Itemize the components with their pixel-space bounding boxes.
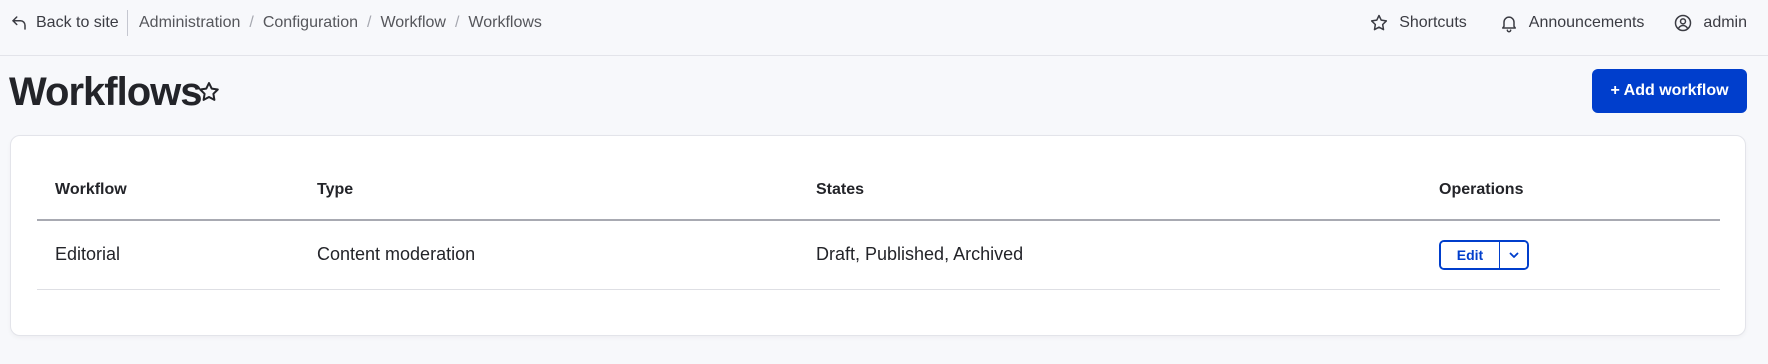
announcements-label: Announcements: [1528, 14, 1645, 31]
top-toolbar: Back to site Administration / Configurat…: [0, 0, 1768, 56]
column-header-operations: Operations: [1421, 160, 1720, 221]
breadcrumb-administration[interactable]: Administration: [139, 14, 240, 32]
user-circle-icon: [1675, 14, 1692, 32]
operations-dropbutton: Edit: [1439, 239, 1529, 270]
shortcuts-button[interactable]: Shortcuts: [1369, 13, 1467, 33]
breadcrumb-workflows[interactable]: Workflows: [468, 14, 542, 32]
workflows-table-card: Workflow Type States Operations Editoria…: [10, 135, 1746, 336]
column-header-workflow: Workflow: [37, 160, 299, 221]
cell-workflow-type: Content moderation: [299, 220, 798, 290]
page-title: Workflows: [9, 70, 203, 114]
breadcrumb-workflow[interactable]: Workflow: [380, 14, 446, 32]
operations-toggle-button[interactable]: [1499, 241, 1527, 268]
add-workflow-button[interactable]: + Add workflow: [1592, 69, 1747, 113]
back-to-site-link[interactable]: Back to site: [10, 11, 119, 35]
announcements-button[interactable]: Announcements: [1499, 13, 1645, 33]
star-icon: [1371, 14, 1388, 31]
user-label: admin: [1703, 14, 1747, 31]
cell-workflow-states: Draft, Published, Archived: [798, 220, 1421, 290]
breadcrumb-separator: /: [249, 14, 254, 31]
breadcrumb-configuration[interactable]: Configuration: [263, 14, 358, 32]
toolbar-actions: Shortcuts Announcements admin: [1369, 11, 1747, 35]
cell-workflow-name: Editorial: [37, 220, 299, 290]
cell-operations: Edit: [1421, 220, 1720, 290]
breadcrumb-separator: /: [454, 14, 460, 31]
chevron-down-icon: [1509, 252, 1518, 258]
user-menu-button[interactable]: admin: [1673, 13, 1747, 33]
edit-button[interactable]: Edit: [1441, 241, 1499, 268]
star-icon[interactable]: [197, 80, 221, 104]
back-to-site-label: Back to site: [36, 14, 119, 31]
bell-icon: [1501, 16, 1516, 33]
shortcuts-label: Shortcuts: [1399, 14, 1467, 31]
toolbar-divider: [127, 10, 128, 36]
breadcrumb: Administration / Configuration / Workflo…: [139, 12, 542, 34]
breadcrumb-separator: /: [367, 14, 372, 31]
column-header-states: States: [798, 160, 1421, 221]
table-header-row: Workflow Type States Operations: [37, 160, 1720, 221]
back-arrow-icon: [12, 16, 26, 30]
workflows-table: Workflow Type States Operations Editoria…: [37, 160, 1720, 290]
table-row: Editorial Content moderation Draft, Publ…: [37, 220, 1720, 290]
column-header-type: Type: [299, 160, 798, 221]
